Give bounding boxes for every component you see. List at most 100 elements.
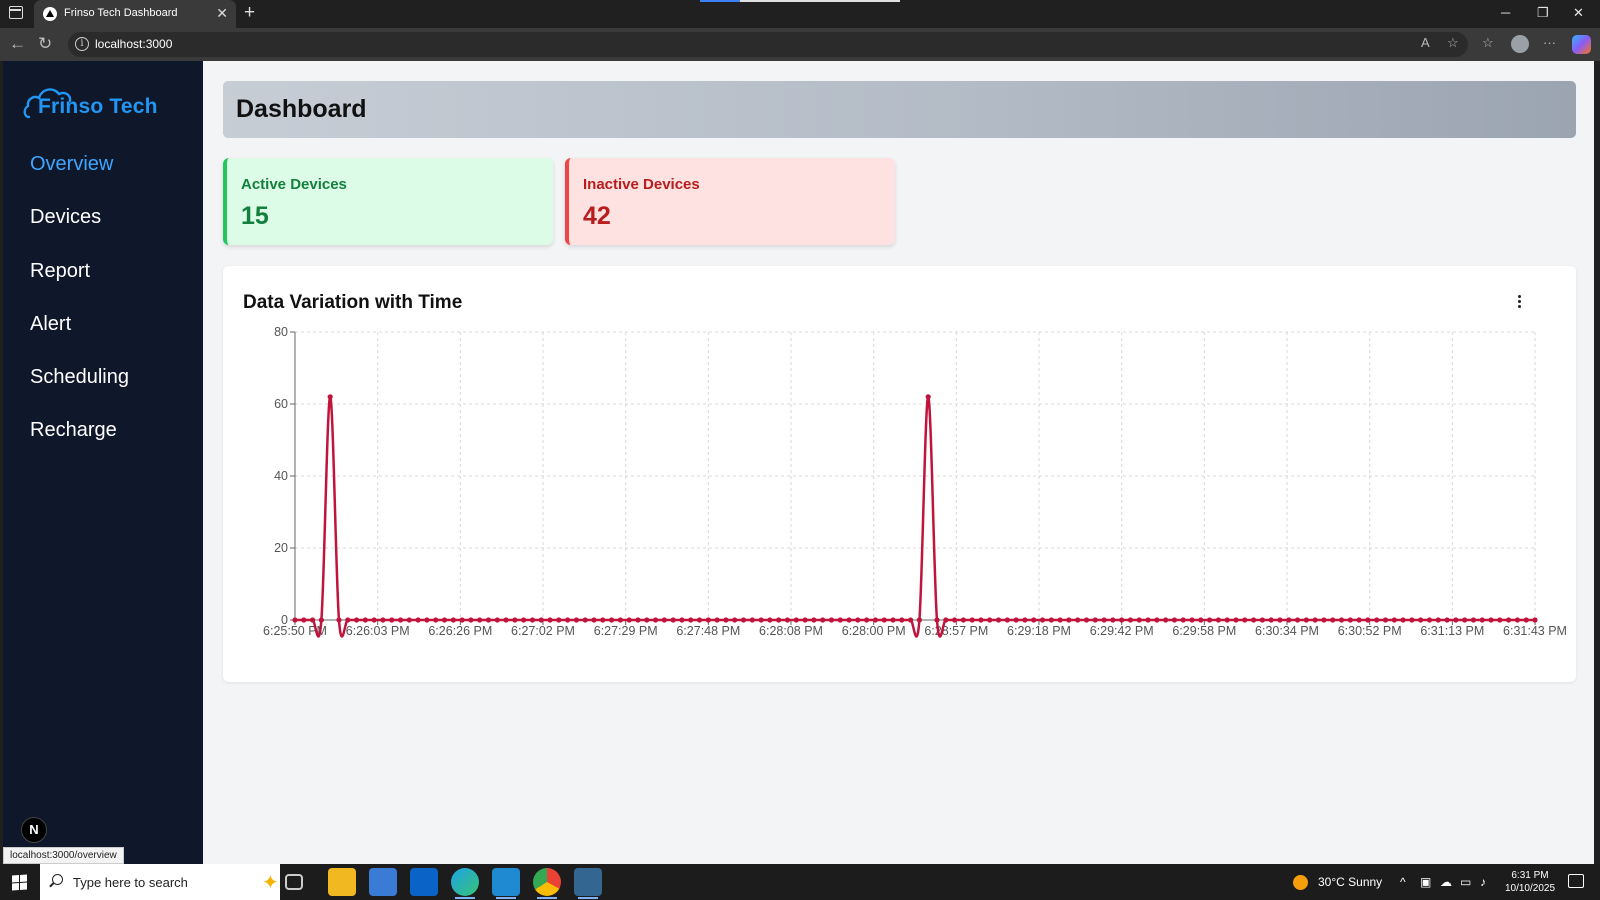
file-explorer-icon[interactable] [328, 868, 356, 896]
show-hidden-icons-icon[interactable]: ^ [1400, 875, 1406, 889]
data-point [951, 617, 958, 623]
x-tick-label: 6:27:02 PM [511, 624, 575, 638]
y-tick-label: 40 [274, 469, 288, 483]
network-icon[interactable]: ▭ [1460, 875, 1471, 889]
data-point [1294, 617, 1301, 623]
sidebar-item-scheduling[interactable]: Scheduling [30, 365, 129, 418]
data-point [723, 617, 729, 623]
data-point [1057, 617, 1063, 623]
close-tab-icon[interactable]: ✕ [216, 5, 228, 22]
vscode-icon[interactable] [492, 868, 520, 899]
data-point [1268, 617, 1274, 623]
minimize-icon[interactable]: ─ [1501, 5, 1510, 20]
sidebar-item-report[interactable]: Report [30, 259, 129, 312]
weather-sun-icon[interactable] [1293, 875, 1308, 890]
x-tick-label: 6:28:00 PM [842, 624, 906, 638]
favicon-icon [43, 7, 57, 21]
chrome-icon[interactable] [533, 868, 561, 899]
weather-text[interactable]: 30°C Sunny [1318, 875, 1382, 889]
site-info-icon[interactable]: i [75, 37, 89, 51]
x-tick-label: 6:30:34 PM [1255, 624, 1319, 638]
data-point [1048, 617, 1054, 623]
copilot-icon[interactable] [1572, 35, 1591, 54]
sidebar-item-alert[interactable]: Alert [30, 312, 129, 365]
inactive-devices-card: Inactive Devices 42 [565, 158, 895, 245]
sidebar-item-overview[interactable]: Overview [30, 152, 129, 205]
nextjs-dev-badge[interactable]: N [21, 817, 47, 843]
system-clock[interactable]: 6:31 PM 10/10/2025 [1501, 869, 1559, 895]
data-point [881, 617, 887, 623]
data-point [494, 617, 500, 623]
active-devices-label: Active Devices [241, 176, 347, 193]
onedrive-icon[interactable]: ☁ [1440, 875, 1452, 889]
data-point [345, 617, 351, 623]
data-point [1013, 617, 1019, 623]
edge-icon[interactable] [451, 868, 479, 899]
data-point [679, 617, 685, 623]
data-point [1462, 617, 1468, 623]
data-point [784, 617, 791, 623]
favorite-star-icon[interactable]: ☆ [1447, 35, 1459, 51]
data-point [1277, 617, 1283, 623]
sidebar-item-recharge[interactable]: Recharge [30, 418, 129, 471]
microsoft-store-icon[interactable] [369, 868, 397, 896]
data-point [1171, 617, 1178, 623]
brand-logo[interactable]: Frinso Tech [23, 79, 183, 121]
search-highlight-icon[interactable]: ✦ [262, 870, 279, 895]
more-options-icon[interactable]: ··· [1543, 35, 1556, 50]
refresh-icon[interactable]: ↻ [38, 34, 52, 54]
taskbar-search-input[interactable]: Type here to search ✦ [40, 864, 280, 900]
favorites-icon[interactable]: ☆ [1482, 35, 1494, 51]
data-point [1215, 617, 1222, 623]
data-point [1303, 617, 1309, 623]
read-aloud-icon[interactable]: A [1421, 35, 1430, 50]
back-icon[interactable]: ← [9, 34, 26, 54]
x-tick-label: 6:29:42 PM [1090, 624, 1154, 638]
restore-icon[interactable]: ❐ [1537, 5, 1549, 21]
main-content: Dashboard Active Devices 15 Inactive Dev… [203, 61, 1594, 864]
data-point [1066, 617, 1072, 623]
task-view-icon[interactable] [285, 874, 303, 890]
new-tab-icon[interactable]: + [244, 2, 255, 24]
data-point [371, 617, 377, 623]
sidebar-item-devices[interactable]: Devices [30, 205, 129, 258]
tab-title: Frinso Tech Dashboard [64, 7, 178, 19]
data-point [1286, 617, 1292, 623]
url-field[interactable]: i localhost:3000 [68, 32, 1468, 57]
data-point [864, 617, 870, 623]
data-point [424, 617, 430, 623]
window-menu-icon[interactable] [9, 6, 23, 19]
data-point [1250, 617, 1257, 623]
data-point [855, 617, 861, 623]
clock-date: 10/10/2025 [1504, 883, 1556, 894]
data-point [441, 617, 448, 623]
x-tick-label: 6:31:13 PM [1420, 624, 1484, 638]
windows-start-icon[interactable] [12, 874, 27, 891]
data-point [591, 617, 597, 623]
data-point [556, 617, 562, 623]
outlook-icon[interactable] [410, 868, 438, 896]
data-point [292, 617, 298, 623]
browser-tab[interactable]: Frinso Tech Dashboard ✕ [34, 0, 236, 28]
data-point [485, 617, 492, 623]
data-point [1374, 617, 1380, 623]
tray-app-icon[interactable]: ▣ [1420, 875, 1431, 889]
profile-avatar-icon[interactable] [1511, 35, 1529, 53]
kebab-menu-icon[interactable] [1515, 295, 1523, 311]
inactive-devices-value: 42 [583, 202, 611, 230]
data-point [521, 617, 527, 623]
data-point [503, 617, 509, 623]
volume-icon[interactable]: ♪ [1480, 875, 1486, 889]
data-point [582, 617, 588, 623]
postgresql-icon[interactable] [574, 868, 602, 899]
data-point [776, 617, 782, 623]
notifications-icon[interactable] [1568, 874, 1584, 888]
data-point [1488, 617, 1494, 623]
data-point [1321, 617, 1327, 623]
data-point [327, 394, 333, 400]
data-point [661, 617, 667, 623]
close-window-icon[interactable]: ✕ [1573, 5, 1584, 21]
data-point [1338, 617, 1345, 623]
data-point [714, 617, 720, 623]
data-point [872, 617, 879, 623]
